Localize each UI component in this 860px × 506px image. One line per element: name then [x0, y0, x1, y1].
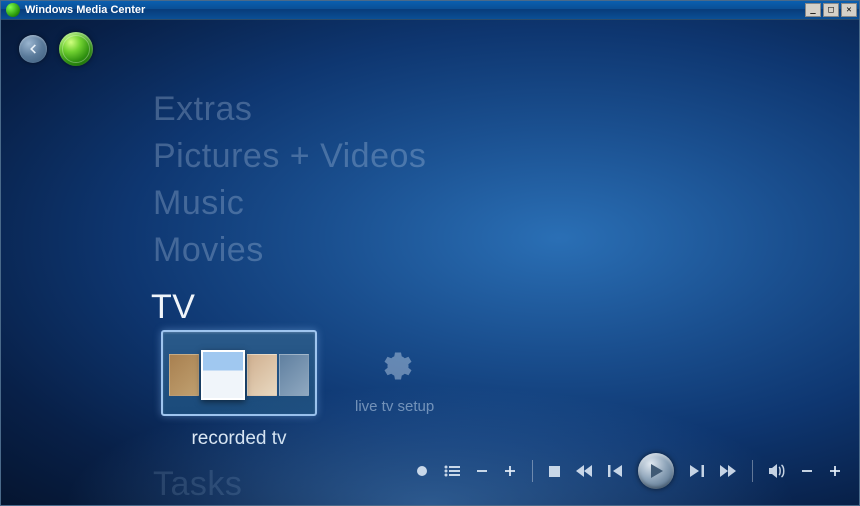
menu-item-extras[interactable]: Extras	[153, 90, 426, 129]
fast-forward-icon	[720, 465, 736, 477]
separator	[532, 460, 533, 482]
transport-controls	[416, 453, 841, 489]
top-nav	[19, 32, 93, 66]
tv-tiles-row: recorded tv live tv setup	[161, 330, 434, 450]
tile-recorded-tv-label: recorded tv	[191, 428, 286, 450]
menu-item-movies[interactable]: Movies	[153, 231, 426, 270]
plus-icon	[829, 465, 841, 477]
minimize-button[interactable]: _	[805, 3, 821, 17]
record-icon	[416, 465, 428, 477]
menu-item-tasks[interactable]: Tasks	[153, 465, 426, 504]
menu-item-music[interactable]: Music	[153, 184, 426, 223]
media-center-orb-button[interactable]	[59, 32, 93, 66]
plus-icon	[504, 465, 516, 477]
channel-up-button[interactable]	[504, 465, 516, 477]
titlebar[interactable]: Windows Media Center _ □ ✕	[1, 1, 859, 20]
stop-icon	[549, 466, 560, 477]
skip-forward-icon	[690, 465, 704, 477]
gear-icon	[377, 348, 413, 384]
back-button[interactable]	[19, 35, 47, 63]
record-button[interactable]	[416, 465, 428, 477]
fast-forward-button[interactable]	[720, 465, 736, 477]
separator	[752, 460, 753, 482]
tile-recorded-tv-thumb	[161, 330, 317, 416]
minus-icon	[476, 465, 488, 477]
thumb-4	[279, 354, 309, 396]
tile-live-tv-setup-label: live tv setup	[355, 398, 434, 415]
play-icon	[650, 464, 664, 478]
app-window: Windows Media Center _ □ ✕ Extras Pictur…	[0, 0, 860, 506]
skip-forward-button[interactable]	[690, 465, 704, 477]
menu-item-pictures-videos[interactable]: Pictures + Videos	[153, 137, 426, 176]
titlebar-app-icon	[6, 3, 20, 17]
tile-recorded-tv[interactable]: recorded tv	[161, 330, 317, 450]
channel-down-button[interactable]	[476, 465, 488, 477]
speaker-icon	[769, 464, 785, 478]
play-button[interactable]	[638, 453, 674, 489]
skip-back-button[interactable]	[608, 465, 622, 477]
filmstrip	[169, 354, 309, 396]
skip-back-icon	[608, 465, 622, 477]
thumb-1	[169, 354, 199, 396]
mute-button[interactable]	[769, 464, 785, 478]
stop-button[interactable]	[549, 466, 560, 477]
back-arrow-icon	[26, 42, 40, 56]
volume-up-button[interactable]	[829, 465, 841, 477]
maximize-button[interactable]: □	[823, 3, 839, 17]
close-button[interactable]: ✕	[841, 3, 857, 17]
rewind-button[interactable]	[576, 465, 592, 477]
minus-icon	[801, 465, 813, 477]
thumb-3	[247, 354, 277, 396]
window-controls: _ □ ✕	[805, 3, 857, 17]
channel-guide-button[interactable]	[444, 465, 460, 477]
titlebar-title: Windows Media Center	[23, 4, 805, 16]
rewind-icon	[576, 465, 592, 477]
thumb-2	[201, 350, 244, 400]
menu-item-tv[interactable]: TV	[151, 288, 426, 327]
tile-live-tv-setup[interactable]: live tv setup	[355, 348, 434, 415]
content-area: Extras Pictures + Videos Music Movies TV…	[1, 20, 859, 505]
volume-down-button[interactable]	[801, 465, 813, 477]
channel-guide-icon	[444, 465, 460, 477]
